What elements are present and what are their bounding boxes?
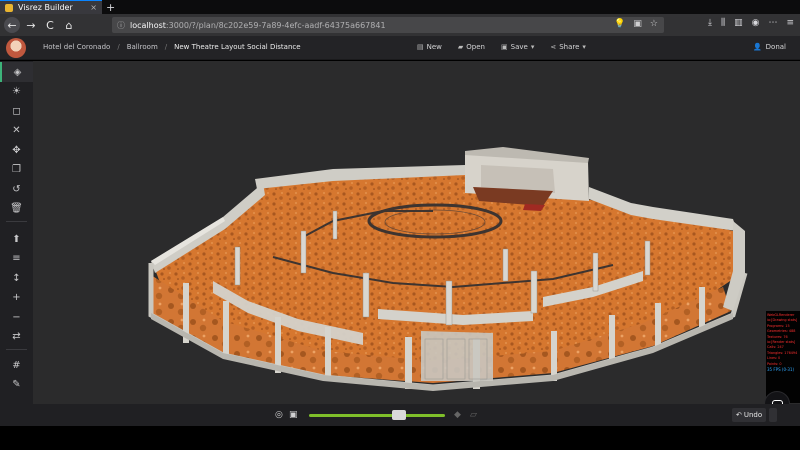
downloads-icon[interactable]: ⤓	[708, 18, 712, 28]
more-icon[interactable]: ⋯	[768, 18, 777, 28]
undo-label: Undo	[743, 411, 763, 419]
folder-icon: ▰	[457, 43, 464, 51]
align-top-icon[interactable]: ⬆	[0, 229, 33, 249]
lightbulb-icon[interactable]: 💡	[614, 19, 625, 29]
sidebar-footer	[0, 404, 33, 426]
header-actions: ▤ New ▰ Open ▣ Save ▾ ⋖ Share ▾	[417, 43, 586, 51]
browser-tab[interactable]: Visrez Builder ×	[0, 0, 102, 14]
breadcrumb: Hotel del Coronado / Ballroom / New Thea…	[43, 43, 301, 51]
breadcrumb-room[interactable]: Ballroom	[127, 43, 158, 51]
tag-icon[interactable]: ◆	[454, 410, 461, 420]
close-icon[interactable]: ✕	[0, 120, 33, 140]
visrez-favicon-icon	[5, 3, 13, 12]
url-bar[interactable]: ⓘ localhost :3000/?/plan/8c202e59-7a89-4…	[112, 17, 664, 33]
screen-bottom-bezel	[0, 426, 800, 450]
breadcrumb-venue[interactable]: Hotel del Coronado	[43, 43, 110, 51]
save-button[interactable]: ▣ Save ▾	[501, 43, 534, 51]
undo-icon: ↶	[736, 411, 742, 419]
copy-icon[interactable]: ❐	[0, 159, 33, 179]
app-header: Hotel del Coronado / Ballroom / New Thea…	[0, 36, 800, 60]
new-button[interactable]: ▤ New	[417, 43, 442, 51]
align-middle-icon[interactable]: ≡	[0, 248, 33, 268]
tool-sidebar: ◈ ☀ ◻ ✕ ✥ ❐ ↺ 🗑 ⬆ ≡ ↕ + − ⇄ # ✎	[0, 61, 33, 404]
toolbar-divider	[6, 221, 27, 222]
user-icon: 👤	[752, 43, 762, 51]
trash-icon[interactable]: 🗑	[0, 198, 33, 218]
minus-icon[interactable]: −	[0, 307, 33, 327]
zoom-slider-handle[interactable]	[391, 410, 406, 420]
ballroom-3d-scene[interactable]	[33, 61, 800, 404]
zoom-slider[interactable]	[309, 414, 445, 417]
app-logo-avatar[interactable]	[6, 38, 26, 58]
site-info-icon[interactable]: ⓘ	[117, 20, 125, 31]
debug-line: Geometries: 488	[767, 329, 796, 334]
move-icon[interactable]: ✥	[0, 140, 33, 160]
bookmark-star-icon[interactable]: ☆	[650, 19, 658, 29]
grid-icon[interactable]: #	[0, 355, 33, 375]
entrance-doors	[421, 331, 493, 381]
plus-icon[interactable]: +	[0, 287, 33, 307]
url-bar-actions: 💡 ▣ ☆	[614, 19, 658, 29]
save-icon: ▣	[501, 43, 508, 51]
select-frame-icon[interactable]: ◻	[0, 101, 33, 121]
edit-icon[interactable]: ✎	[0, 374, 33, 394]
new-file-icon: ▤	[417, 43, 424, 51]
redo-button[interactable]	[769, 408, 777, 422]
reload-button[interactable]: C	[42, 17, 58, 33]
extension-icon[interactable]: ◉	[752, 18, 760, 28]
new-label: New	[426, 43, 442, 51]
breadcrumb-plan: New Theatre Layout Social Distance	[174, 43, 301, 51]
fit-view-icon[interactable]: ▣	[289, 410, 298, 420]
user-menu[interactable]: 👤 Donal	[753, 43, 786, 51]
target-icon[interactable]: ◎	[275, 410, 283, 420]
url-host: localhost	[130, 20, 166, 30]
browser-nav-bar: ← → C ⌂ ⓘ localhost :3000/?/plan/8c202e5…	[0, 14, 800, 36]
back-button[interactable]: ←	[4, 17, 20, 33]
swap-icon[interactable]: ⇄	[0, 326, 33, 346]
pocket-icon[interactable]: ▣	[633, 19, 642, 29]
lightbulb-icon[interactable]: ☀	[0, 81, 33, 101]
toolbar-divider	[6, 349, 27, 350]
ruler-icon[interactable]: ▱	[470, 410, 477, 420]
render-stats-panel: WebGLRenderer io:[Drawing stats] Program…	[766, 311, 800, 403]
breadcrumb-separator: /	[164, 43, 168, 51]
3d-viewport[interactable]: WebGLRenderer io:[Drawing stats] Program…	[33, 61, 800, 404]
chevron-down-icon: ▾	[582, 43, 586, 51]
undo-button[interactable]: ↶ Undo	[732, 408, 767, 422]
bottom-toolbar: ◎ ▣ ◆ ▱ ↶ Undo	[33, 404, 800, 426]
forward-button[interactable]: →	[23, 17, 39, 33]
new-tab-button[interactable]: +	[106, 1, 115, 14]
share-label: Share	[559, 43, 580, 51]
open-button[interactable]: ▰ Open	[458, 43, 485, 51]
open-label: Open	[466, 43, 485, 51]
save-label: Save	[510, 43, 528, 51]
browser-tab-strip: Visrez Builder × +	[0, 0, 800, 14]
browser-toolbar-icons: ⤓ ⫼ ▥ ◉ ⋯ ≡	[708, 18, 794, 28]
tab-close-icon[interactable]: ×	[90, 3, 97, 12]
sidebar-toggle-icon[interactable]: ▥	[734, 18, 743, 28]
undo-rotate-icon[interactable]: ↺	[0, 179, 33, 199]
cube-icon[interactable]: ◈	[0, 62, 33, 82]
share-button[interactable]: ⋖ Share ▾	[550, 43, 586, 51]
breadcrumb-separator: /	[117, 43, 120, 51]
url-path: :3000/?/plan/8c202e59-7a89-4efc-aadf-643…	[165, 20, 386, 30]
tab-title: Visrez Builder	[18, 3, 73, 12]
menu-icon[interactable]: ≡	[786, 18, 794, 28]
share-icon: ⋖	[550, 43, 557, 51]
home-button[interactable]: ⌂	[61, 17, 77, 33]
chevron-down-icon: ▾	[530, 43, 535, 51]
vertical-arrows-icon[interactable]: ↕	[0, 268, 33, 288]
user-name: Donal	[765, 43, 786, 51]
fps-counter: 35 FPS (0-31)	[767, 367, 795, 373]
library-icon[interactable]: ⫼	[721, 18, 725, 28]
